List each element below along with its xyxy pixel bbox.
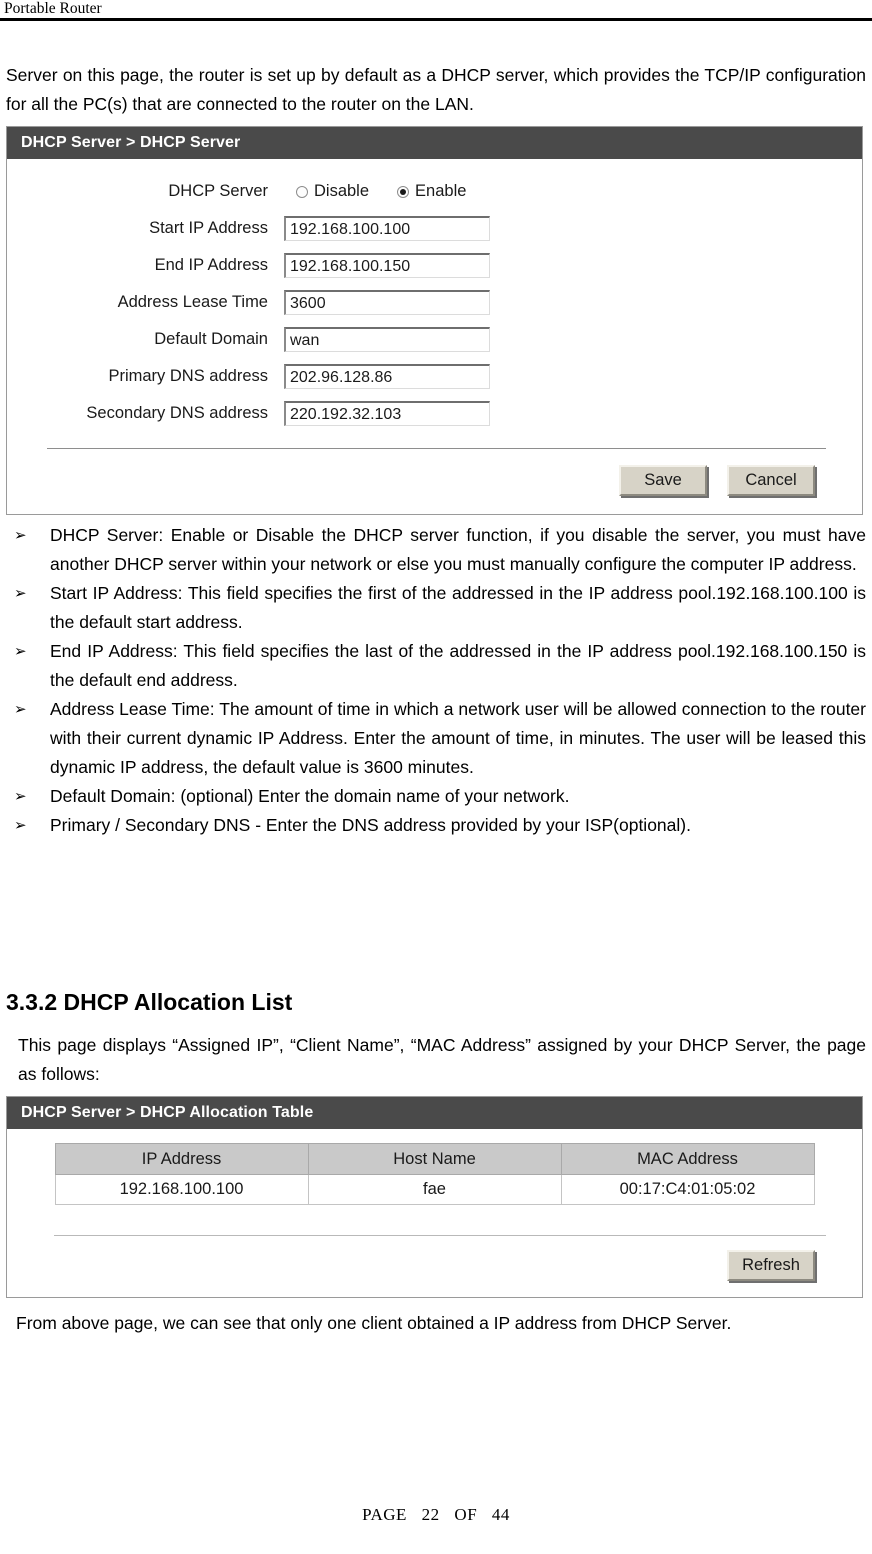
- form-row-secondary-dns: Secondary DNS address 220.192.32.103: [7, 395, 862, 432]
- footer-of-word: OF: [454, 1505, 478, 1524]
- dhcp-allocation-panel: DHCP Server > DHCP Allocation Table IP A…: [6, 1096, 863, 1298]
- label-start-ip-address: Start IP Address: [149, 219, 268, 237]
- column-header-host-name: Host Name: [307, 1143, 562, 1175]
- dhcp-server-radio-group[interactable]: Disable Enable: [284, 182, 466, 201]
- list-item: ➢ End IP Address: This field specifies t…: [6, 637, 866, 695]
- column-header-ip-address: IP Address: [54, 1143, 309, 1175]
- page-running-header: Portable Router: [0, 0, 872, 21]
- list-item-text: End IP Address: This field specifies the…: [50, 641, 866, 690]
- running-header-title: Portable Router: [4, 0, 102, 17]
- dhcp-server-panel-body: DHCP Server Disable Enable Start IP Addr…: [7, 159, 862, 514]
- table-row: 192.168.100.100 fae 00:17:C4:01:05:02: [54, 1174, 815, 1205]
- bullet-arrow-icon: ➢: [14, 526, 27, 544]
- list-item: ➢ Start IP Address: This field specifies…: [6, 579, 866, 637]
- cell-ip-address: 192.168.100.100: [54, 1174, 309, 1205]
- page-title: 3.3.2 DHCP Allocation List: [6, 989, 293, 1015]
- list-item-text: Primary / Secondary DNS - Enter the DNS …: [50, 815, 691, 835]
- footer-page-word: PAGE: [362, 1505, 407, 1524]
- control-default-domain: wan: [284, 327, 862, 352]
- label-primary-dns-address: Primary DNS address: [108, 367, 268, 385]
- dhcp-allocation-panel-body: IP Address Host Name MAC Address 192.168…: [7, 1129, 862, 1297]
- radio-enable-icon[interactable]: [397, 185, 410, 198]
- start-ip-address-input[interactable]: 192.168.100.100: [284, 216, 490, 241]
- allocation-button-bar: Refresh: [7, 1236, 862, 1297]
- form-row-end-ip: End IP Address 192.168.100.150: [7, 247, 862, 284]
- list-item-text: Default Domain: (optional) Enter the dom…: [50, 786, 570, 806]
- form-row-start-ip: Start IP Address 192.168.100.100: [7, 210, 862, 247]
- primary-dns-address-input[interactable]: 202.96.128.86: [284, 364, 490, 389]
- default-domain-input[interactable]: wan: [284, 327, 490, 352]
- label-secondary-dns-address: Secondary DNS address: [86, 404, 268, 422]
- footer-page-number: 22: [421, 1505, 440, 1524]
- radio-option-enable[interactable]: Enable: [397, 182, 466, 201]
- radio-disable-icon[interactable]: [296, 185, 308, 198]
- dhcp-server-panel-title: DHCP Server > DHCP Server: [7, 127, 862, 159]
- list-item: ➢ Default Domain: (optional) Enter the d…: [6, 782, 866, 811]
- list-item: ➢ DHCP Server: Enable or Disable the DHC…: [6, 521, 866, 579]
- radio-option-disable[interactable]: Disable: [296, 182, 369, 201]
- cell-host-name: fae: [307, 1174, 562, 1205]
- page-footer: PAGE 22 OF 44: [0, 1505, 872, 1525]
- allocation-table-body: 192.168.100.100 fae 00:17:C4:01:05:02: [54, 1174, 815, 1205]
- table-header-row: IP Address Host Name MAC Address: [54, 1143, 815, 1175]
- dhcp-field-description-list: ➢ DHCP Server: Enable or Disable the DHC…: [6, 521, 866, 840]
- radio-disable-label: Disable: [314, 182, 370, 200]
- closing-paragraph: From above page, we can see that only on…: [16, 1313, 732, 1333]
- control-secondary-dns: 220.192.32.103: [284, 401, 862, 426]
- list-item: ➢ Primary / Secondary DNS - Enter the DN…: [6, 811, 866, 840]
- allocation-table-head: IP Address Host Name MAC Address: [54, 1143, 815, 1175]
- cancel-button[interactable]: Cancel: [727, 465, 815, 496]
- label-end-ip-address: End IP Address: [154, 256, 268, 274]
- footer-total-pages: 44: [491, 1505, 510, 1524]
- dhcp-allocation-table: IP Address Host Name MAC Address 192.168…: [54, 1143, 815, 1205]
- control-dhcp-server-radios: Disable Enable: [284, 182, 862, 201]
- column-header-mac-address: MAC Address: [560, 1143, 815, 1175]
- dhcp-server-panel: DHCP Server > DHCP Server DHCP Server Di…: [6, 126, 863, 515]
- list-item-text: Address Lease Time: The amount of time i…: [50, 699, 866, 777]
- bullet-arrow-icon: ➢: [14, 787, 27, 805]
- save-button[interactable]: Save: [619, 465, 707, 496]
- dhcp-server-form: DHCP Server Disable Enable Start IP Addr…: [7, 159, 862, 432]
- bullet-arrow-icon: ➢: [14, 642, 27, 660]
- control-start-ip: 192.168.100.100: [284, 216, 862, 241]
- bullet-arrow-icon: ➢: [14, 700, 27, 718]
- label-default-domain: Default Domain: [154, 330, 268, 348]
- form-row-default-domain: Default Domain wan: [7, 321, 862, 358]
- label-dhcp-server: DHCP Server: [168, 182, 268, 200]
- secondary-dns-address-input[interactable]: 220.192.32.103: [284, 401, 490, 426]
- form-row-dhcp-server: DHCP Server Disable Enable: [7, 173, 862, 210]
- form-row-primary-dns: Primary DNS address 202.96.128.86: [7, 358, 862, 395]
- list-item-text: Start IP Address: This field specifies t…: [50, 583, 866, 632]
- end-ip-address-input[interactable]: 192.168.100.150: [284, 253, 490, 278]
- control-primary-dns: 202.96.128.86: [284, 364, 862, 389]
- section-intro-paragraph: This page displays “Assigned IP”, “Clien…: [18, 1035, 866, 1084]
- control-end-ip: 192.168.100.150: [284, 253, 862, 278]
- page-content: Server on this page, the router is set u…: [0, 20, 872, 1338]
- dhcp-server-button-bar: Save Cancel: [7, 449, 862, 514]
- list-item-text: DHCP Server: Enable or Disable the DHCP …: [50, 525, 866, 574]
- control-address-lease-time: 3600: [284, 290, 862, 315]
- allocation-table-wrap: IP Address Host Name MAC Address 192.168…: [7, 1129, 862, 1205]
- list-item: ➢ Address Lease Time: The amount of time…: [6, 695, 866, 782]
- address-lease-time-input[interactable]: 3600: [284, 290, 490, 315]
- label-address-lease-time: Address Lease Time: [117, 293, 268, 311]
- form-row-address-lease-time: Address Lease Time 3600: [7, 284, 862, 321]
- radio-enable-label: Enable: [415, 182, 467, 200]
- intro-paragraph: Server on this page, the router is set u…: [6, 65, 866, 114]
- bullet-arrow-icon: ➢: [14, 816, 27, 834]
- refresh-button[interactable]: Refresh: [727, 1250, 815, 1281]
- cell-mac-address: 00:17:C4:01:05:02: [560, 1174, 815, 1205]
- bullet-arrow-icon: ➢: [14, 584, 27, 602]
- dhcp-allocation-panel-title: DHCP Server > DHCP Allocation Table: [7, 1097, 862, 1129]
